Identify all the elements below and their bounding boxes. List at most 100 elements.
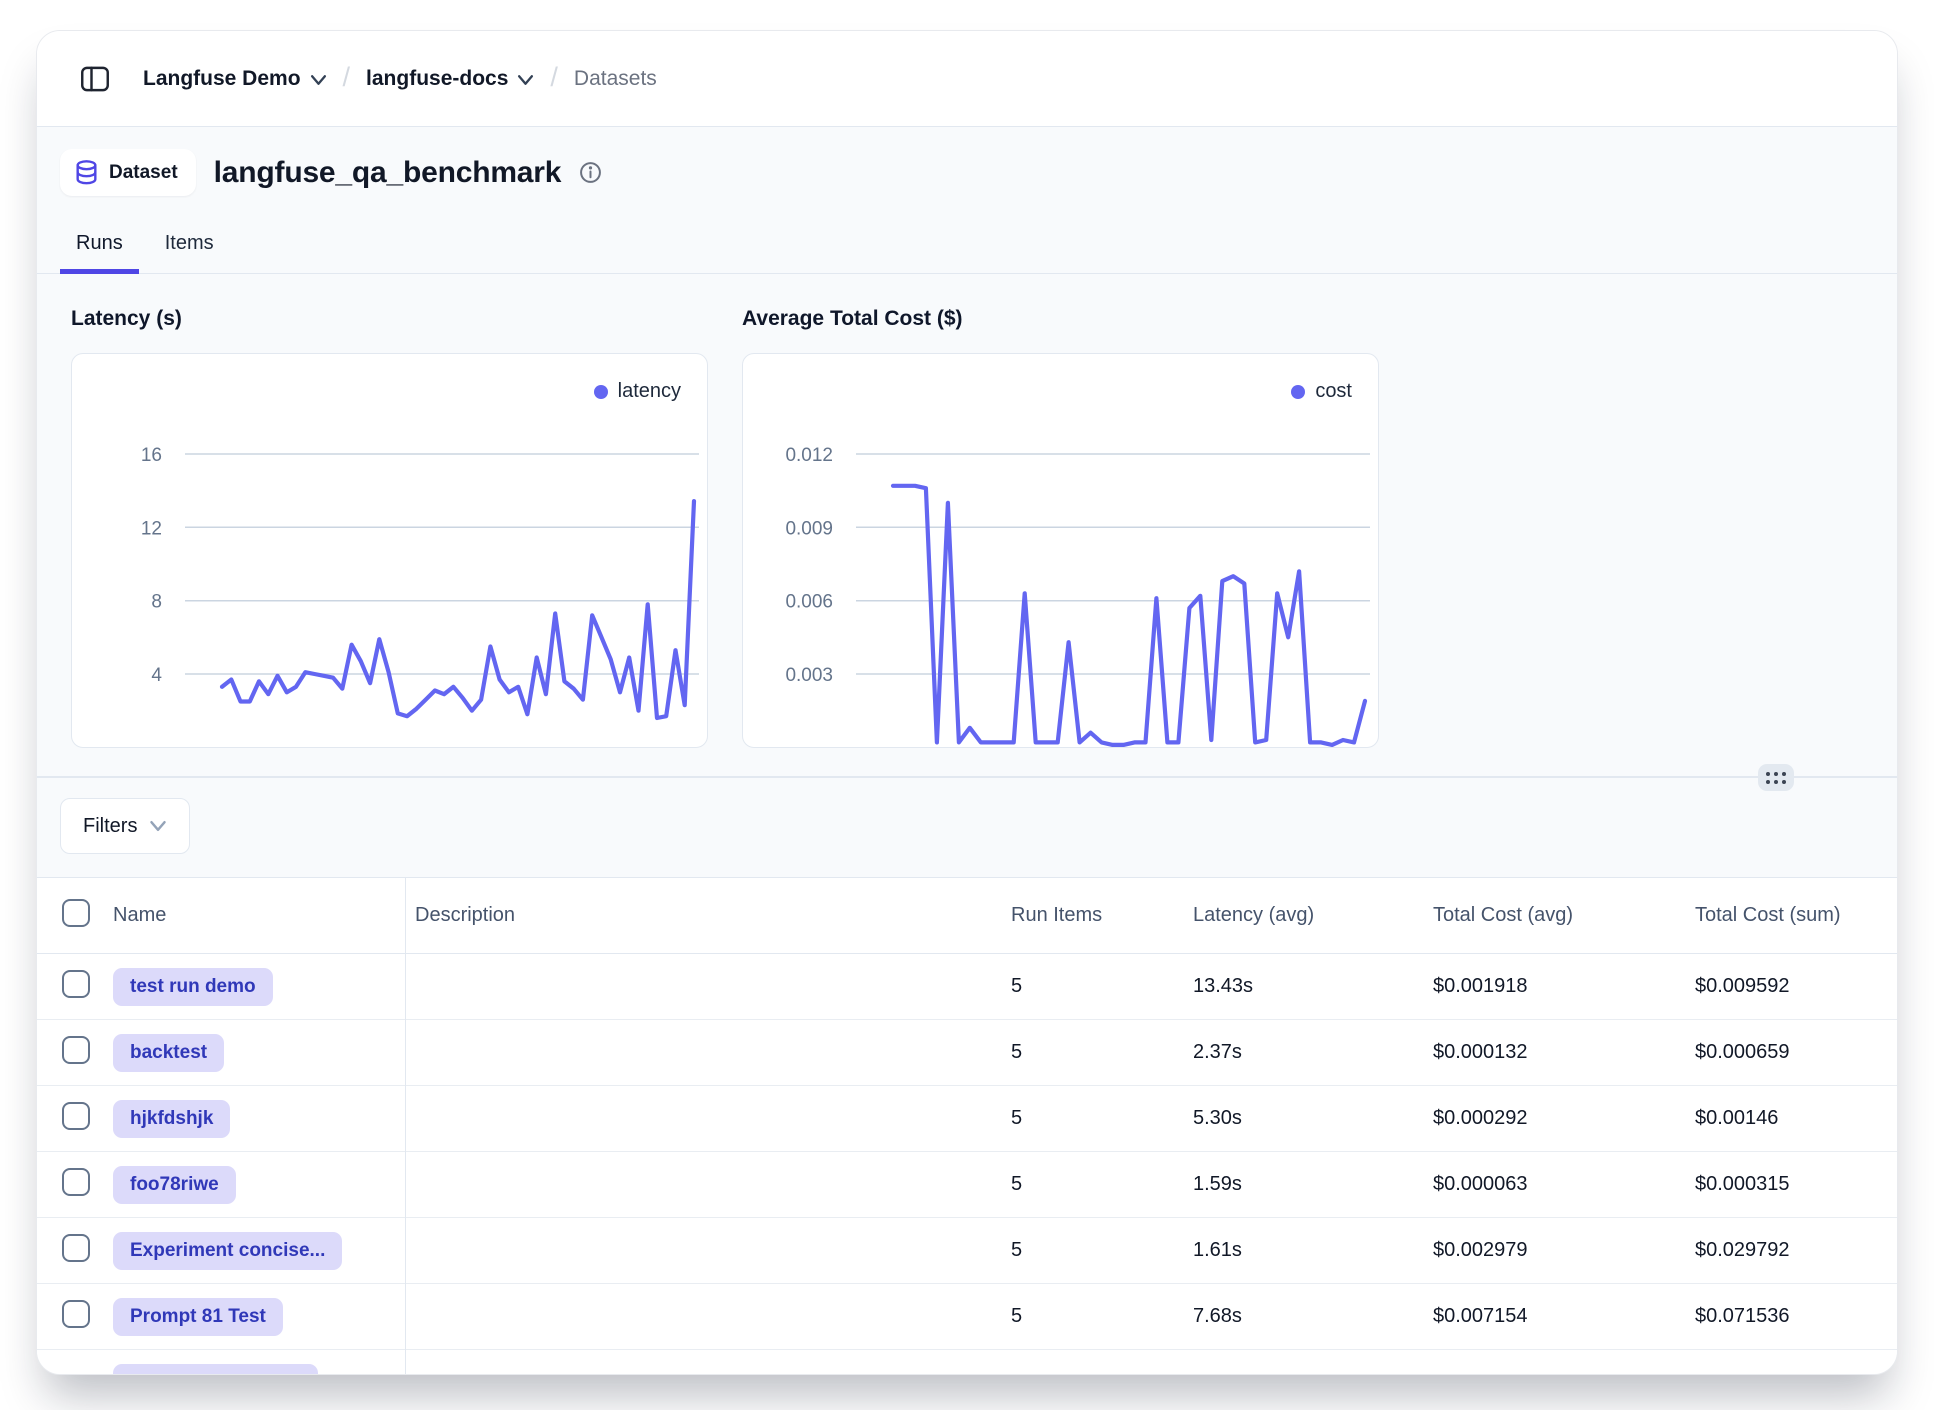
row-checkbox[interactable]	[62, 1168, 90, 1196]
legend-dot-icon	[1291, 385, 1305, 399]
row-checkbox[interactable]	[62, 1234, 90, 1262]
breadcrumb-section[interactable]: Datasets	[574, 67, 657, 91]
run-name-badge[interactable]: backtest	[113, 1034, 224, 1072]
cost-chart-card: 0.012 0.009 0.006 0.003 cost	[742, 353, 1379, 748]
cost-legend: cost	[1291, 380, 1352, 403]
run-name-badge[interactable]: Experiment concise...	[113, 1232, 342, 1270]
filters-button[interactable]: Filters	[60, 798, 190, 854]
database-icon	[74, 159, 99, 186]
row-checkbox[interactable]	[62, 1102, 90, 1130]
run-items-count: 5	[1011, 1239, 1193, 1262]
run-total-cost-sum: $0.000315	[1695, 1173, 1897, 1196]
run-items-count: 5	[1011, 975, 1193, 998]
column-header-name[interactable]: Name	[101, 904, 405, 927]
run-latency-avg: 1.59s	[1193, 1173, 1433, 1196]
run-total-cost-sum: $0.00146	[1695, 1107, 1897, 1130]
tab-items[interactable]: Items	[149, 226, 230, 273]
table-row[interactable]: Experiment concise... 5 1.61s $0.002979 …	[37, 1218, 1897, 1284]
legend-label: latency	[618, 380, 681, 403]
run-total-cost-sum: $0.029792	[1695, 1239, 1897, 1262]
run-total-cost-avg: $0.000132	[1433, 1041, 1695, 1064]
row-checkbox[interactable]	[62, 970, 90, 998]
cost-line-chart: 0.012 0.009 0.006 0.003	[743, 354, 1378, 747]
run-items-count: 5	[1011, 1107, 1193, 1130]
run-name-badge[interactable]: Prompt 81 Test	[113, 1298, 283, 1336]
row-checkbox[interactable]	[62, 1300, 90, 1328]
run-latency-avg: 1.61s	[1193, 1239, 1433, 1262]
svg-text:0.012: 0.012	[785, 445, 833, 466]
run-items-count: 5	[1011, 1305, 1193, 1328]
run-name-badge[interactable]: hjkfdshjk	[113, 1100, 230, 1138]
legend-label: cost	[1315, 380, 1352, 403]
svg-text:12: 12	[141, 518, 162, 539]
breadcrumb-separator: /	[550, 62, 558, 93]
run-total-cost-sum: $0.009592	[1695, 975, 1897, 998]
column-divider	[405, 878, 406, 1375]
svg-text:0.006: 0.006	[785, 592, 833, 613]
chevron-down-icon	[149, 820, 167, 832]
table-row[interactable]: Prompt 81 Test 5 7.68s $0.007154 $0.0715…	[37, 1284, 1897, 1350]
run-latency-avg: 13.43s	[1193, 975, 1433, 998]
page-title: langfuse_qa_benchmark	[214, 156, 562, 190]
latency-legend: latency	[594, 380, 681, 403]
column-header-run-items[interactable]: Run Items	[1011, 904, 1193, 927]
latency-chart-block: Latency (s) 161284 latency	[71, 307, 708, 748]
svg-text:8: 8	[151, 592, 162, 613]
run-latency-avg: 2.37s	[1193, 1041, 1433, 1064]
info-icon[interactable]	[579, 161, 602, 184]
filters-row: Filters	[60, 798, 1897, 854]
run-latency-avg: 5.30s	[1193, 1107, 1433, 1130]
tab-runs[interactable]: Runs	[60, 226, 139, 273]
run-total-cost-avg: $0.000063	[1433, 1173, 1695, 1196]
app-window: Langfuse Demo / langfuse-docs / Datasets…	[36, 30, 1898, 1375]
run-total-cost-sum: $0.000659	[1695, 1041, 1897, 1064]
cost-chart-title: Average Total Cost ($)	[742, 307, 1379, 331]
latency-line-chart: 161284	[72, 354, 707, 747]
dataset-type-badge: Dataset	[60, 149, 196, 196]
select-all-checkbox[interactable]	[62, 899, 90, 927]
run-name-badge[interactable]: foo78riwe	[113, 1166, 236, 1204]
table-row[interactable]: hjkfdshjk 5 5.30s $0.000292 $0.00146	[37, 1086, 1897, 1152]
run-total-cost-avg: $0.002979	[1433, 1239, 1695, 1262]
chevron-down-icon	[310, 74, 327, 86]
dataset-name: langfuse-docs	[366, 67, 508, 91]
run-total-cost-avg: $0.001918	[1433, 975, 1695, 998]
page-header: Dataset langfuse_qa_benchmark	[60, 149, 1897, 196]
run-name-badge[interactable]	[113, 1364, 318, 1375]
svg-text:0.009: 0.009	[785, 518, 833, 539]
run-total-cost-sum: $0.071536	[1695, 1305, 1897, 1328]
breadcrumb: Langfuse Demo / langfuse-docs / Datasets	[143, 63, 657, 94]
table-header-row: Name Description Run Items Latency (avg)…	[37, 878, 1897, 954]
top-bar: Langfuse Demo / langfuse-docs / Datasets	[37, 31, 1897, 127]
panel-left-icon	[78, 62, 112, 96]
svg-text:4: 4	[151, 665, 162, 686]
run-items-count: 5	[1011, 1041, 1193, 1064]
run-items-count: 5	[1011, 1173, 1193, 1196]
breadcrumb-separator: /	[343, 62, 351, 93]
section-divider	[37, 776, 1897, 778]
run-name-badge[interactable]: test run demo	[113, 968, 273, 1006]
runs-table: Name Description Run Items Latency (avg)…	[37, 877, 1897, 1375]
run-total-cost-avg: $0.000292	[1433, 1107, 1695, 1130]
table-row-partial[interactable]	[37, 1350, 1897, 1375]
breadcrumb-dataset[interactable]: langfuse-docs	[366, 67, 534, 91]
column-header-description[interactable]: Description	[405, 904, 1011, 927]
table-row[interactable]: test run demo 5 13.43s $0.001918 $0.0095…	[37, 954, 1897, 1020]
latency-chart-card: 161284 latency	[71, 353, 708, 748]
column-header-total-cost-avg[interactable]: Total Cost (avg)	[1433, 904, 1695, 927]
breadcrumb-project[interactable]: Langfuse Demo	[143, 67, 327, 91]
dataset-badge-label: Dataset	[109, 162, 178, 184]
row-checkbox[interactable]	[62, 1036, 90, 1064]
sidebar-toggle-button[interactable]	[75, 59, 115, 99]
resize-drag-handle[interactable]	[1758, 764, 1794, 791]
svg-text:0.003: 0.003	[785, 665, 833, 686]
column-header-total-cost-sum[interactable]: Total Cost (sum)	[1695, 904, 1897, 927]
filters-button-label: Filters	[83, 815, 137, 838]
table-row[interactable]: foo78riwe 5 1.59s $0.000063 $0.000315	[37, 1152, 1897, 1218]
run-total-cost-avg: $0.007154	[1433, 1305, 1695, 1328]
legend-dot-icon	[594, 385, 608, 399]
table-row[interactable]: backtest 5 2.37s $0.000132 $0.000659	[37, 1020, 1897, 1086]
column-header-latency-avg[interactable]: Latency (avg)	[1193, 904, 1433, 927]
chevron-down-icon	[517, 74, 534, 86]
cost-chart-block: Average Total Cost ($) 0.0120.0090.0060.…	[742, 307, 1379, 748]
